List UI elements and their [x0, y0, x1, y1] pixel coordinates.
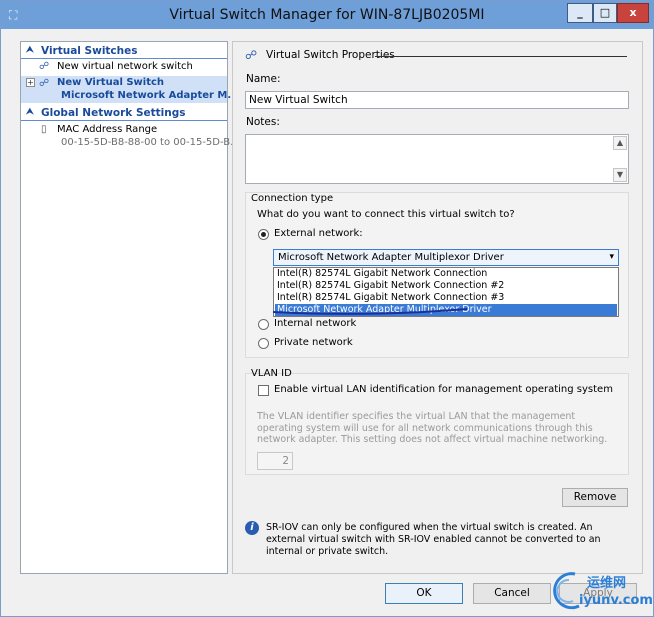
- name-label: Name:: [246, 73, 281, 85]
- notes-label: Notes:: [246, 116, 280, 128]
- dropdown-option-intel-1[interactable]: Intel(R) 82574L Gigabit Network Connecti…: [275, 268, 617, 280]
- chevron-down-icon: ▾: [609, 252, 614, 262]
- connection-question: What do you want to connect this virtual…: [257, 209, 515, 220]
- network-switch-icon: ☍: [245, 48, 258, 62]
- ok-button[interactable]: OK: [385, 583, 463, 604]
- watermark-url-text: iyunv.com: [579, 593, 653, 608]
- title-bar[interactable]: ⛶ Virtual Switch Manager for WIN-87LJB02…: [1, 1, 653, 29]
- minimize-button[interactable]: _: [567, 3, 593, 23]
- network-switch-icon: ☍: [39, 78, 50, 89]
- collapse-icon[interactable]: ⮝: [26, 107, 34, 117]
- watermark: 运维网 iyunv.com: [549, 568, 653, 614]
- info-icon: i: [245, 521, 259, 535]
- sr-iov-info-text: SR-IOV can only be configured when the v…: [266, 522, 601, 557]
- private-network-radio[interactable]: [258, 338, 269, 349]
- network-switch-icon: ☍: [39, 61, 50, 72]
- vlan-description: The VLAN identifier specifies the virtua…: [257, 411, 608, 445]
- global-network-settings-header[interactable]: ⮝ Global Network Settings: [21, 106, 227, 121]
- navigation-tree: ⮝ Virtual Switches ☍ New virtual network…: [20, 41, 240, 574]
- enable-vlan-checkbox[interactable]: [258, 385, 269, 396]
- mac-address-range-item[interactable]: ▯ MAC Address Range 00-15-5D-B8-88-00 to…: [21, 123, 240, 151]
- new-virtual-switch-item[interactable]: ☍ New virtual network switch: [21, 60, 227, 74]
- annotation-underline: [272, 308, 468, 315]
- virtual-switches-header[interactable]: ⮝ Virtual Switches: [21, 44, 227, 59]
- properties-panel: ☍ Virtual Switch Properties Name: New Vi…: [232, 41, 643, 574]
- expand-icon[interactable]: +: [26, 78, 35, 87]
- private-network-label: Private network: [274, 337, 353, 348]
- name-input[interactable]: New Virtual Switch: [245, 91, 629, 109]
- connection-type-label: Connection type: [251, 193, 334, 204]
- collapse-icon[interactable]: ⮝: [26, 45, 34, 55]
- window-title: Virtual Switch Manager for WIN-87LJB0205…: [169, 7, 485, 23]
- internal-network-radio[interactable]: [258, 319, 269, 330]
- notes-input[interactable]: ▲ ▼: [245, 134, 629, 184]
- external-network-radio[interactable]: [258, 229, 269, 240]
- section-divider: [375, 56, 627, 57]
- adapter-select[interactable]: Microsoft Network Adapter Multiplexor Dr…: [273, 249, 619, 266]
- selected-switch-item[interactable]: + ☍ New Virtual Switch Microsoft Network…: [21, 76, 239, 103]
- network-adapter-icon: ▯: [41, 124, 47, 135]
- dropdown-option-intel-3[interactable]: Intel(R) 82574L Gigabit Network Connecti…: [275, 292, 617, 304]
- watermark-cn-text: 运维网: [587, 576, 627, 591]
- enable-vlan-label: Enable virtual LAN identification for ma…: [274, 384, 613, 395]
- scroll-down-icon[interactable]: ▼: [613, 168, 627, 182]
- section-title: Virtual Switch Properties: [266, 49, 395, 61]
- remove-button[interactable]: Remove: [562, 488, 628, 507]
- dropdown-option-intel-2[interactable]: Intel(R) 82574L Gigabit Network Connecti…: [275, 280, 617, 292]
- virtual-switch-manager-window: ⛶ Virtual Switch Manager for WIN-87LJB02…: [0, 0, 654, 617]
- close-button[interactable]: x: [617, 3, 649, 23]
- cancel-button[interactable]: Cancel: [473, 583, 551, 604]
- scroll-up-icon[interactable]: ▲: [613, 136, 627, 150]
- maximize-button[interactable]: □: [593, 3, 617, 23]
- vlan-label: VLAN ID: [251, 368, 292, 379]
- vlan-id-input[interactable]: 2: [257, 452, 293, 470]
- external-network-label: External network:: [274, 228, 363, 239]
- internal-network-label: Internal network: [274, 318, 357, 329]
